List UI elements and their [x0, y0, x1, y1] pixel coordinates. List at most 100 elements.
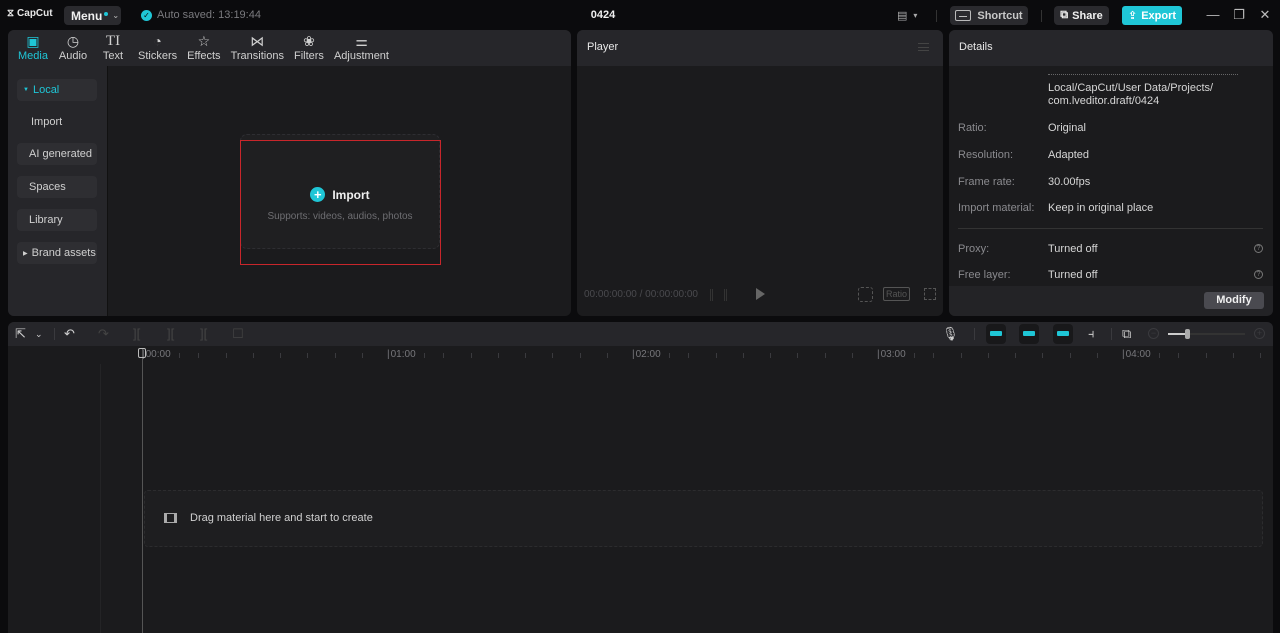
tab-filters[interactable]: ❀ Filters [289, 30, 329, 66]
media-sidebar: ▼ Local Import AI generated Spaces Libra… [8, 66, 108, 316]
undo-icon[interactable]: ↶ [64, 326, 75, 342]
import-button[interactable]: + Import [241, 187, 439, 202]
timeline-panel: ⇱ ⌄ ↶ ↷ ][ ][ ][ ☐ 🎙 ⫞ ⧉ − + 00:00 01:00 0… [8, 322, 1273, 633]
ruler-tick [1159, 353, 1161, 358]
minimize-icon[interactable]: — [1205, 7, 1221, 22]
text-icon: TI [105, 33, 121, 49]
ruler-tick [987, 353, 989, 358]
modify-button[interactable]: Modify [1204, 292, 1264, 309]
chevron-down-icon[interactable]: ⌄ [35, 326, 43, 342]
close-icon[interactable]: ✕ [1257, 7, 1273, 23]
select-cursor-icon[interactable]: ⇱ [15, 326, 26, 342]
ruler-tick [225, 353, 227, 358]
help-icon[interactable]: ? [1254, 270, 1263, 279]
tab-transitions[interactable]: ⋈ Transitions [226, 30, 289, 66]
sidebar-item-spaces[interactable]: Spaces [17, 176, 97, 198]
ruler-tick [1015, 353, 1017, 358]
player-panel: Player 00:00:00:00 / 00:00:00:00 Ratio [577, 30, 943, 316]
film-icon [164, 513, 177, 523]
ruler-tick [914, 353, 916, 358]
trim-right-icon[interactable]: ][ [200, 326, 207, 342]
magnet-icon [990, 331, 1002, 336]
ruler-tick [770, 353, 772, 358]
playhead-line[interactable] [142, 349, 143, 633]
filters-icon: ❀ [303, 33, 315, 49]
ruler-tick [361, 353, 363, 358]
sidebar-item-brand-assets[interactable]: ▶ Brand assets [17, 242, 97, 264]
media-tabs-bar: ▣ Media ◷ Audio TI Text ◔ Stickers ☆ Eff… [8, 30, 571, 66]
export-button[interactable]: ⇪ Export [1122, 6, 1182, 25]
ruler-tick [443, 353, 445, 358]
sidebar-item-import[interactable]: Import [17, 111, 97, 133]
ruler-tick [579, 353, 581, 358]
detail-row-frame-rate: Frame rate: 30.00fps [958, 176, 1091, 188]
grid-icon[interactable] [710, 289, 727, 301]
split-preview-icon[interactable]: ⫞ [1088, 326, 1095, 342]
menu-icon[interactable] [918, 43, 929, 51]
play-icon[interactable] [756, 288, 765, 300]
stickers-icon: ◔ [153, 33, 162, 49]
playhead-handle[interactable] [138, 348, 146, 358]
zoom-out-icon[interactable]: − [1148, 328, 1159, 339]
ruler-tick [688, 353, 690, 358]
adjustment-icon: ⚌ [355, 33, 368, 49]
divider [1111, 328, 1112, 340]
help-icon[interactable]: ? [1254, 244, 1263, 253]
redo-icon[interactable]: ↷ [98, 326, 109, 342]
tab-media[interactable]: ▣ Media [13, 30, 53, 66]
sidebar-item-ai-generated[interactable]: AI generated [17, 143, 97, 165]
effects-icon: ☆ [197, 33, 211, 49]
layout-button[interactable]: ▤ ▾ [897, 9, 917, 22]
timeline-zoom-slider[interactable] [1168, 329, 1245, 339]
linkage-toggle[interactable] [1053, 324, 1073, 344]
share-button[interactable]: ⧉ Share [1054, 6, 1109, 25]
tab-audio[interactable]: ◷ Audio [53, 30, 93, 66]
ruler-label: 04:00 [1122, 349, 1151, 360]
shortcut-button[interactable]: Shortcut [950, 6, 1028, 25]
tab-effects[interactable]: ☆ Effects [182, 30, 225, 66]
ruler-label: 01:00 [387, 349, 416, 360]
audio-icon: ◷ [66, 33, 80, 49]
fullscreen-icon[interactable] [924, 288, 936, 300]
tab-stickers[interactable]: ◔ Stickers [133, 30, 182, 66]
ratio-button[interactable]: Ratio [883, 287, 911, 301]
sidebar-item-library[interactable]: Library [17, 209, 97, 231]
detail-row-proxy: Proxy: Turned off ? [958, 243, 1263, 259]
ruler-tick [1260, 353, 1262, 358]
ruler-tick [525, 353, 527, 358]
zoom-in-icon[interactable]: + [1254, 328, 1265, 339]
microphone-icon[interactable]: 🎙 [942, 326, 959, 342]
triangle-down-icon: ▼ [23, 87, 29, 93]
trim-left-icon[interactable]: ][ [167, 326, 174, 342]
tab-adjustment[interactable]: ⚌ Adjustment [329, 30, 394, 66]
fit-view-icon[interactable] [858, 287, 873, 302]
import-supported-formats: Supports: videos, audios, photos [267, 211, 413, 222]
ruler-label: 00:00 [142, 349, 171, 360]
ruler-tick [252, 353, 254, 358]
auto-snap-toggle[interactable] [1019, 324, 1039, 344]
import-card[interactable]: + Import Supports: videos, audios, photo… [240, 134, 440, 249]
ruler-tick [334, 353, 336, 358]
path-truncated-line [1048, 74, 1238, 76]
ruler-tick [606, 353, 608, 358]
ruler-tick [1232, 353, 1234, 358]
player-header: Player [577, 30, 943, 66]
tab-text[interactable]: TI Text [93, 30, 133, 66]
zoom-slider-handle[interactable] [1185, 329, 1191, 339]
ruler-tick [179, 353, 181, 358]
timeline-ruler[interactable]: 00:00 01:00 02:00 03:00 04:00 [8, 346, 1273, 364]
detail-row-import-material: Import material: Keep in original place [958, 202, 1154, 214]
ruler-tick [280, 353, 282, 358]
sidebar-item-local[interactable]: ▼ Local [17, 79, 97, 101]
restore-icon[interactable]: ❐ [1231, 7, 1247, 23]
delete-icon[interactable]: ☐ [232, 326, 244, 342]
ruler-tick [1042, 353, 1044, 358]
main-track-drop-zone[interactable]: Drag material here and start to create [144, 490, 1263, 547]
main-track-magnet-toggle[interactable] [986, 324, 1006, 344]
ruler-tick [1205, 353, 1207, 358]
ruler-tick [497, 353, 499, 358]
split-icon[interactable]: ][ [133, 326, 140, 342]
ruler-tick [1096, 353, 1098, 358]
preview-zoom-icon[interactable]: ⧉ [1122, 326, 1131, 342]
ruler-tick [824, 353, 826, 358]
